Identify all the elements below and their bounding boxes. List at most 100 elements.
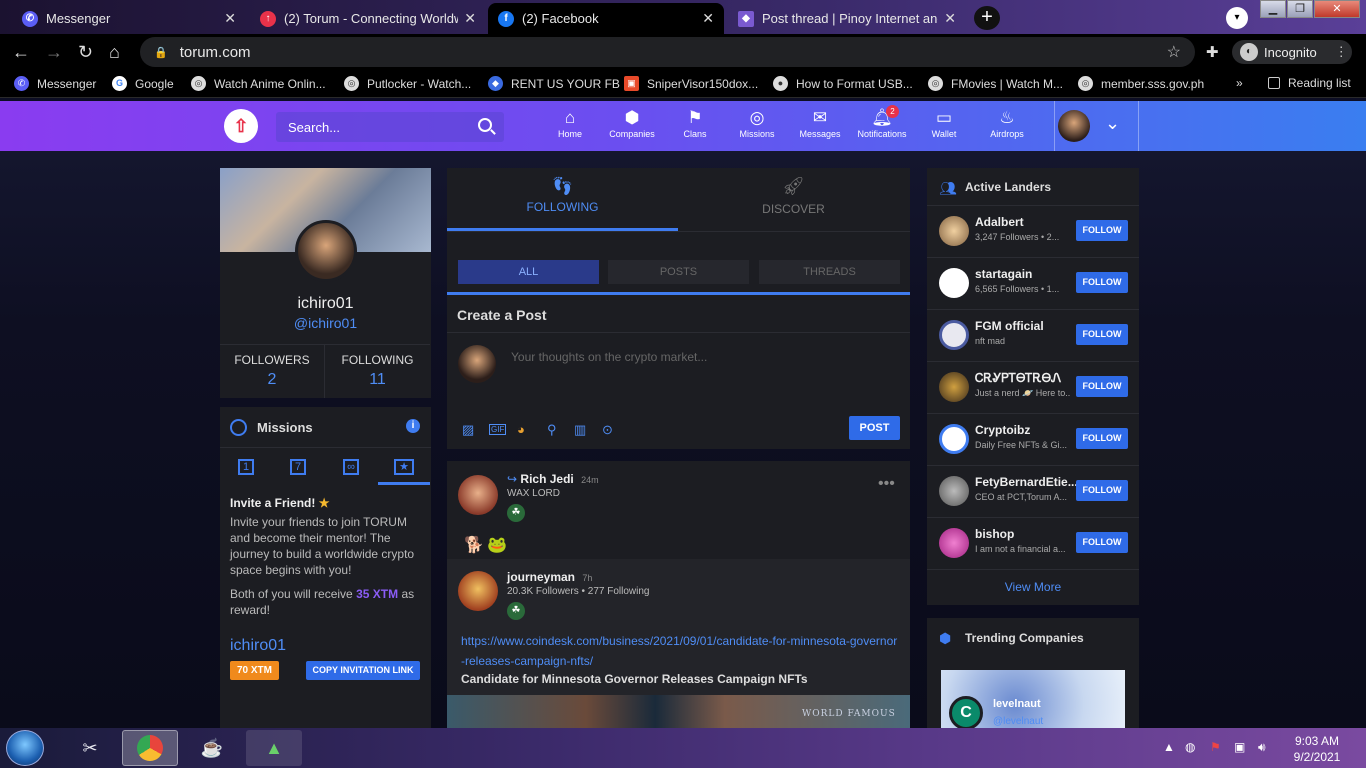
article-headline[interactable]: Candidate for Minnesota Governor Release…: [461, 672, 808, 686]
filter-posts[interactable]: POSTS: [608, 260, 749, 284]
more-options-icon[interactable]: •••: [878, 475, 895, 493]
image-icon[interactable]: ▨: [462, 422, 474, 438]
close-window-button[interactable]: ✕: [1314, 0, 1360, 18]
clock[interactable]: 9:03 AM 9/2/2021: [1282, 733, 1352, 765]
close-icon[interactable]: ✕: [224, 10, 236, 27]
tab-torum[interactable]: ↑ (2) Torum - Connecting Worldwide ✕: [250, 3, 486, 34]
new-tab-button[interactable]: +: [974, 6, 1000, 30]
follow-button[interactable]: FOLLOW: [1076, 480, 1128, 501]
nav-wallet[interactable]: ▭ Wallet: [913, 107, 975, 139]
follow-button[interactable]: FOLLOW: [1076, 324, 1128, 345]
extensions-icon[interactable]: ✚: [1206, 43, 1219, 61]
avatar[interactable]: [458, 475, 498, 515]
lander-row[interactable]: Cryptoibz Daily Free NFTs & Gi... FOLLOW: [927, 413, 1139, 465]
profile-name[interactable]: ichiro01: [220, 295, 431, 313]
search-icon[interactable]: [478, 118, 492, 132]
lander-row[interactable]: FGM official nft mad FOLLOW: [927, 309, 1139, 361]
company-banner[interactable]: C levelnaut @levelnaut: [941, 670, 1125, 728]
tab-messenger[interactable]: ✆ Messenger ✕: [12, 3, 246, 34]
network-globe-icon[interactable]: ◍: [1185, 740, 1195, 754]
taskbar-app-paint[interactable]: ✂: [62, 730, 118, 766]
following-stat[interactable]: FOLLOWING 11: [325, 344, 430, 398]
incognito-badge[interactable]: ◐ Incognito ⋮: [1232, 40, 1352, 64]
maximize-button[interactable]: ❐: [1287, 0, 1313, 18]
gif-icon[interactable]: GIF: [489, 424, 507, 435]
article-image[interactable]: WORLD FAMOUS: [447, 695, 910, 728]
follow-button[interactable]: FOLLOW: [1076, 532, 1128, 553]
tab-facebook[interactable]: f (2) Facebook ✕: [488, 3, 724, 34]
tab-search-icon[interactable]: ▾: [1226, 7, 1248, 29]
bookmark-rent[interactable]: ◆ RENT US YOUR FB: [488, 76, 620, 91]
bookmark-anime[interactable]: ◎ Watch Anime Onlin...: [191, 76, 326, 91]
monitor-icon[interactable]: ▣: [1234, 740, 1245, 754]
nav-messages[interactable]: ✉ Messages: [789, 107, 851, 139]
taskbar-app-java[interactable]: ☕: [184, 730, 240, 766]
nav-clans[interactable]: ⚑ Clans: [664, 107, 726, 139]
bookmark-putlocker[interactable]: ◎ Putlocker - Watch...: [344, 76, 471, 91]
lander-row[interactable]: startagain 6,565 Followers • 1... FOLLOW: [927, 257, 1139, 309]
tab-pinoy[interactable]: ◆ Post thread | Pinoy Internet and T ✕: [728, 3, 966, 34]
lander-row[interactable]: bishop I am not a financial a... FOLLOW: [927, 517, 1139, 569]
post-author[interactable]: ↪ Rich Jedi 24m: [507, 472, 599, 486]
tab-discover[interactable]: 🚀︎ DISCOVER: [678, 176, 909, 216]
copy-invitation-button[interactable]: COPY INVITATION LINK: [306, 661, 420, 680]
followers-stat[interactable]: FOLLOWERS 2: [220, 344, 325, 398]
follow-button[interactable]: FOLLOW: [1076, 376, 1128, 397]
minimize-button[interactable]: ▁: [1260, 0, 1286, 18]
reading-list[interactable]: Reading list: [1268, 76, 1351, 90]
lander-row[interactable]: FetyBernardEtie... CEO at PCT,Torum A...…: [927, 465, 1139, 517]
profile-handle[interactable]: @ichiro01: [220, 315, 431, 331]
filter-threads[interactable]: THREADS: [759, 260, 900, 284]
nav-airdrops[interactable]: ♨ Airdrops: [976, 107, 1038, 139]
info-icon[interactable]: i: [406, 419, 420, 433]
tab-weekly[interactable]: 7: [272, 457, 324, 485]
article-link[interactable]: https://www.coindesk.com/business/2021/0…: [461, 631, 901, 671]
taskbar-app-arrow[interactable]: ▲: [246, 730, 302, 766]
close-icon[interactable]: ✕: [944, 10, 956, 27]
user-menu[interactable]: ⌄: [1054, 101, 1139, 151]
avatar[interactable]: [295, 220, 357, 282]
bookmark-format-usb[interactable]: ● How to Format USB...: [773, 76, 913, 91]
post-input[interactable]: Your thoughts on the crypto market...: [511, 350, 707, 364]
tab-special[interactable]: ★: [378, 457, 430, 485]
shared-author[interactable]: journeyman 7h: [507, 570, 592, 584]
view-more-link[interactable]: View More: [927, 580, 1139, 594]
tab-permanent[interactable]: ∞: [325, 457, 377, 485]
home-icon[interactable]: ⌂: [109, 42, 120, 63]
menu-icon[interactable]: ⋮: [1335, 44, 1348, 60]
shared-post[interactable]: journeyman 7h 20.3K Followers • 277 Foll…: [447, 559, 910, 728]
torum-logo[interactable]: ⇧: [224, 109, 258, 143]
nav-companies[interactable]: ⬢ Companies: [601, 107, 663, 139]
doge-icon[interactable]: ◕: [517, 422, 525, 437]
nav-notifications[interactable]: 🔔︎ 2 Notifications: [851, 105, 913, 139]
tab-following[interactable]: 👣︎ FOLLOWING: [447, 176, 678, 214]
close-icon[interactable]: ✕: [702, 10, 714, 27]
taskbar-app-chrome[interactable]: [122, 730, 178, 766]
address-bar[interactable]: 🔒 torum.com ☆: [140, 37, 1195, 67]
nav-missions[interactable]: ◎ Missions: [726, 107, 788, 139]
video-icon[interactable]: ⊙: [602, 422, 613, 438]
filter-all[interactable]: ALL: [458, 260, 599, 284]
tab-daily[interactable]: 1: [220, 457, 272, 485]
follow-button[interactable]: FOLLOW: [1076, 428, 1128, 449]
avatar[interactable]: [458, 571, 498, 611]
volume-icon[interactable]: 🔊︎: [1258, 740, 1266, 755]
lander-row[interactable]: ᏟᎡᎽᏢᎢᎾᎢᎡᎾᏁ Just a nerd 🪐 Here to... FOLL…: [927, 361, 1139, 413]
search-input[interactable]: Search...: [276, 112, 504, 142]
forward-icon[interactable]: →: [45, 42, 63, 63]
post-button[interactable]: POST: [849, 416, 900, 440]
lander-row[interactable]: Adalbert 3,247 Followers • 2... FOLLOW: [927, 205, 1139, 257]
follow-button[interactable]: FOLLOW: [1076, 220, 1128, 241]
bookmark-messenger[interactable]: ✆ Messenger: [14, 76, 96, 91]
bookmark-star-icon[interactable]: ☆: [1167, 42, 1181, 62]
bookmark-fmovies[interactable]: ◎ FMovies | Watch M...: [928, 76, 1063, 91]
start-button[interactable]: [6, 730, 44, 766]
back-icon[interactable]: ←: [12, 42, 30, 63]
flag-icon[interactable]: ⚑: [1210, 740, 1221, 754]
bookmark-google[interactable]: G Google: [112, 76, 174, 91]
close-icon[interactable]: ✕: [464, 10, 476, 27]
tray-expand-icon[interactable]: ▲: [1163, 740, 1175, 754]
bookmark-sss[interactable]: ◎ member.sss.gov.ph: [1078, 76, 1204, 91]
more-bookmarks-icon[interactable]: »: [1236, 76, 1243, 90]
chart-icon[interactable]: ▥: [574, 422, 586, 438]
